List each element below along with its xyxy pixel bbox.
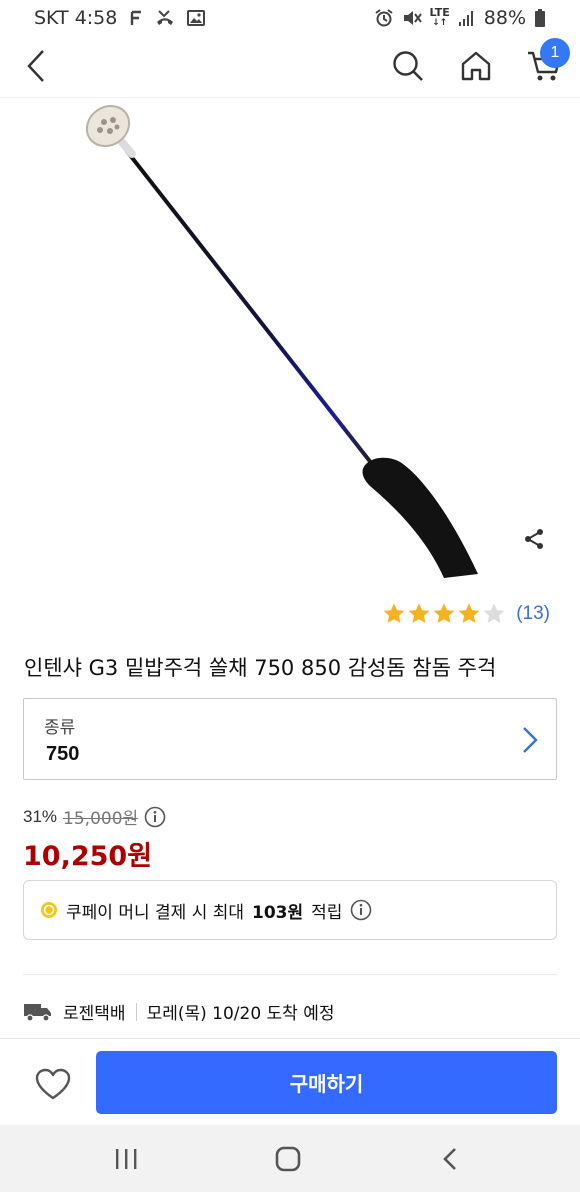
- coupay-amount: 103원: [252, 902, 304, 923]
- f-notification-icon: [129, 9, 143, 27]
- rating[interactable]: (13): [382, 602, 550, 626]
- alarm-icon: [374, 8, 394, 28]
- battery-percent: 88%: [483, 7, 526, 29]
- option-label: 종류: [44, 718, 76, 738]
- share-icon: [525, 529, 543, 549]
- back-nav-icon: [443, 1148, 456, 1170]
- coin-icon: [40, 901, 58, 919]
- delivery-info: 로젠택배 모레(목) 10/20 도착 예정: [23, 999, 335, 1024]
- coupay-suffix: 적립: [311, 902, 343, 923]
- coupay-info-icon[interactable]: [350, 899, 372, 921]
- star-filled-icon: [458, 603, 480, 623]
- missed-call-icon: [155, 9, 175, 27]
- wishlist-button[interactable]: [30, 1063, 76, 1105]
- share-button[interactable]: [518, 524, 550, 554]
- star-empty-icon: [483, 603, 505, 623]
- option-selector[interactable]: 종류 750: [23, 698, 557, 780]
- top-nav: [0, 36, 580, 98]
- star-filled-icon: [408, 603, 430, 623]
- sale-price: 10,250원: [23, 841, 153, 872]
- divider: [23, 974, 557, 975]
- cart-badge: 1: [540, 38, 570, 68]
- signal-icon: [458, 9, 476, 27]
- carrier-time: SKT 4:58: [34, 7, 118, 29]
- product-title: 인텐샤 G3 밑밥주걱 쏠채 750 850 감성돔 참돔 주걱: [24, 656, 497, 680]
- battery-icon: [534, 8, 546, 28]
- back-icon: [27, 50, 44, 82]
- coupay-prefix: 쿠페이 머니 결제 시 최대: [66, 902, 245, 923]
- mute-icon: [402, 9, 422, 27]
- lte-icon: LTE ↓↑: [429, 6, 450, 28]
- android-nav-bar: [0, 1125, 580, 1192]
- truck-icon: [23, 1001, 53, 1023]
- search-button[interactable]: [388, 46, 428, 86]
- image-icon: [187, 9, 206, 27]
- option-value: 750: [46, 743, 80, 765]
- discount-rate: 31%: [23, 806, 58, 826]
- status-bar: SKT 4:58 LTE ↓↑ 88%: [0, 0, 580, 36]
- original-price: 15,000원: [63, 809, 139, 829]
- back-nav-button[interactable]: [428, 1141, 472, 1177]
- home-nav-icon: [275, 1146, 301, 1172]
- delivery-separator: [135, 1002, 137, 1021]
- star-rating: [382, 602, 506, 626]
- info-icon[interactable]: [144, 806, 166, 828]
- search-icon: [393, 51, 423, 81]
- price-row: 31% 15,000원: [23, 804, 166, 829]
- heart-icon: [35, 1068, 71, 1100]
- review-count[interactable]: (13): [516, 603, 550, 625]
- bottom-action-bar: 구매하기: [0, 1038, 580, 1125]
- delivery-arrival: 모레(목) 10/20 도착 예정: [146, 1004, 335, 1024]
- star-filled-icon: [433, 603, 455, 623]
- coupay-reward-box: 쿠페이 머니 결제 시 최대 103원 적립: [23, 880, 557, 940]
- back-button[interactable]: [18, 46, 54, 86]
- recent-apps-icon: [116, 1149, 137, 1169]
- product-image[interactable]: [0, 98, 580, 590]
- star-filled-icon: [383, 603, 405, 623]
- chevron-right-icon: [518, 723, 542, 757]
- home-button[interactable]: [456, 46, 496, 86]
- home-icon: [461, 51, 491, 81]
- buy-button[interactable]: 구매하기: [96, 1051, 557, 1114]
- delivery-carrier: 로젠택배: [63, 1004, 126, 1024]
- recent-apps-button[interactable]: [104, 1141, 148, 1177]
- home-nav-button[interactable]: [266, 1141, 310, 1177]
